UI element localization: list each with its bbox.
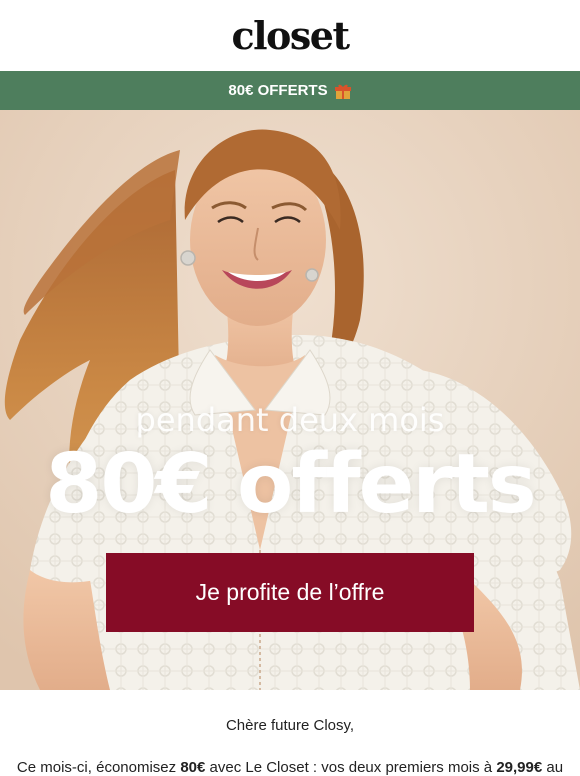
closet-logo[interactable]: closet <box>0 14 580 58</box>
offer-paragraph: Ce mois-ci, économisez 80€ avec Le Close… <box>0 759 580 776</box>
paragraph-text-1: Ce mois-ci, économisez <box>16 759 181 776</box>
paragraph-text-2: avec Le Closet : vos deux premiers mois … <box>205 759 497 776</box>
hero-banner[interactable]: pendant deux mois 80€ offerts Je profite… <box>0 110 580 690</box>
cta-offer-button[interactable]: Je profite de l’offre <box>106 553 474 632</box>
email-header: closet <box>0 0 580 71</box>
hero-title: 80€ offerts <box>45 437 536 532</box>
greeting-text: Chère future Closy, <box>225 717 355 734</box>
gift-icon <box>334 82 352 100</box>
hero-subtitle: pendant deux mois <box>135 401 445 439</box>
paragraph-text-3: au <box>542 759 564 776</box>
paragraph-price: 29,99€ <box>496 759 543 776</box>
email-body: Chère future Closy, Ce mois-ci, économis… <box>0 690 580 776</box>
promo-banner-text: 80€ OFFERTS <box>228 82 328 99</box>
paragraph-amount: 80€ <box>180 759 206 776</box>
promo-banner[interactable]: 80€ OFFERTS <box>0 71 580 110</box>
